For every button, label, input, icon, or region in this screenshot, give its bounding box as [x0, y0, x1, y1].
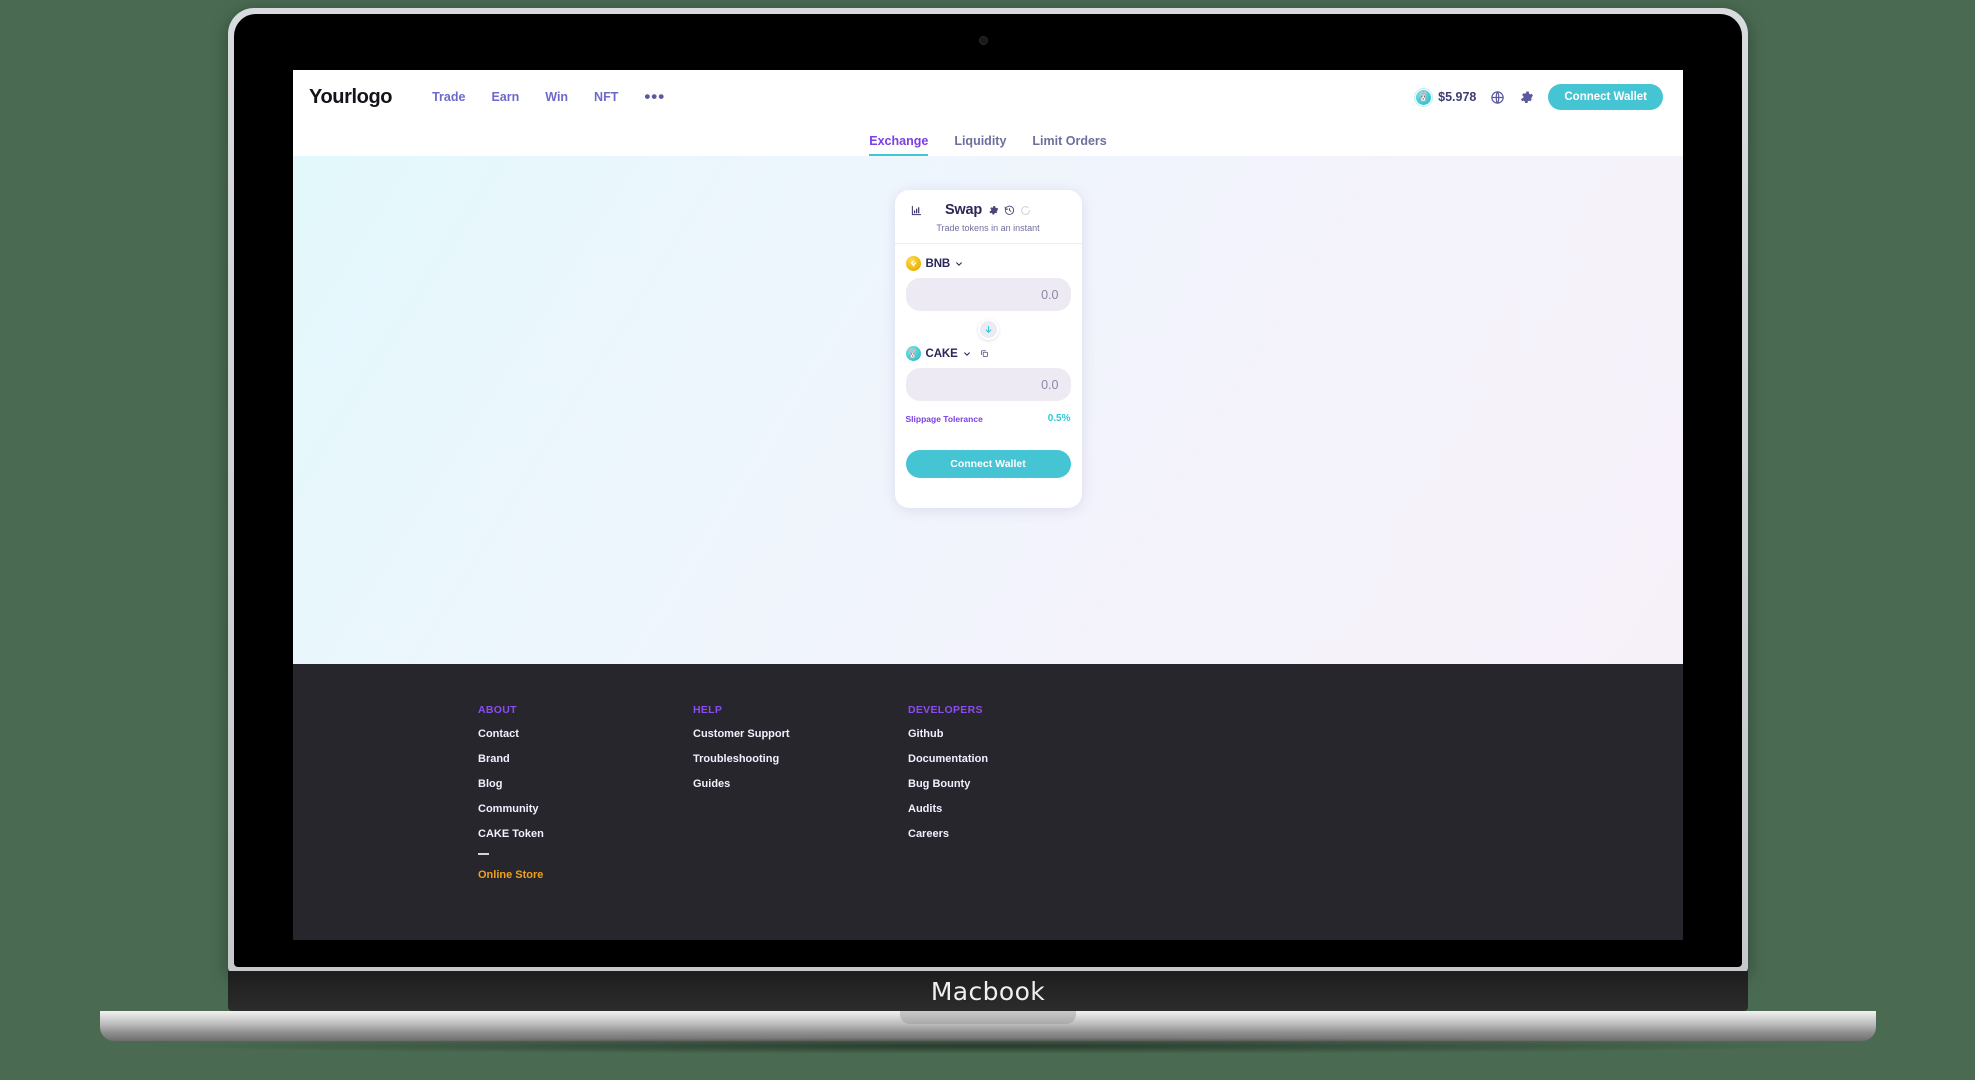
- footer-column-about: ABOUT Contact Brand Blog Community CAKE …: [478, 704, 693, 894]
- site-logo[interactable]: Yourlogo: [309, 86, 392, 109]
- swap-title: Swap: [944, 202, 983, 218]
- footer-link-contact[interactable]: Contact: [478, 728, 693, 740]
- footer-link-audits[interactable]: Audits: [908, 803, 1123, 815]
- swap-direction-button[interactable]: [977, 319, 999, 340]
- footer-heading-about: ABOUT: [478, 704, 517, 716]
- swap-header-row: Swap: [907, 202, 1070, 218]
- nav-item-win[interactable]: Win: [545, 90, 568, 104]
- footer-link-github[interactable]: Github: [908, 728, 1123, 740]
- to-token-selector[interactable]: 🐰 CAKE: [905, 346, 1071, 361]
- connect-wallet-button-swap[interactable]: Connect Wallet: [905, 450, 1071, 478]
- device-label: Macbook: [930, 976, 1046, 1006]
- laptop-notch: [900, 1011, 1076, 1024]
- gear-icon[interactable]: [1519, 90, 1534, 105]
- tab-liquidity[interactable]: Liquidity: [954, 134, 1006, 156]
- from-amount-input[interactable]: [905, 278, 1071, 311]
- refresh-icon[interactable]: [1020, 205, 1031, 216]
- swap-header-icons: [988, 205, 1031, 216]
- to-amount-input[interactable]: [905, 368, 1071, 401]
- footer-link-brand[interactable]: Brand: [478, 753, 693, 765]
- footer-heading-help: HELP: [693, 704, 723, 716]
- website-viewport: Yourlogo Trade Earn Win NFT ••• 🐰 $5.978: [293, 70, 1683, 940]
- nav-item-nft[interactable]: NFT: [594, 90, 618, 104]
- chart-icon[interactable]: [911, 203, 922, 221]
- webcam-icon: [979, 36, 988, 45]
- cake-price-chip[interactable]: 🐰 $5.978: [1415, 88, 1477, 106]
- tab-exchange[interactable]: Exchange: [869, 134, 929, 156]
- swap-direction-wrap: [906, 311, 1071, 346]
- slippage-value[interactable]: 0.5%: [1048, 413, 1071, 424]
- slippage-row: Slippage Tolerance 0.5%: [906, 413, 1071, 424]
- slippage-label: Slippage Tolerance: [905, 413, 983, 424]
- nav-more-icon[interactable]: •••: [644, 88, 665, 105]
- from-token-name: BNB: [925, 257, 951, 270]
- from-token-selector[interactable]: BNB: [905, 256, 1071, 271]
- laptop-shadow: [150, 1038, 1830, 1054]
- cake-price-value: $5.978: [1438, 90, 1477, 104]
- primary-nav: Trade Earn Win NFT •••: [432, 88, 665, 105]
- site-footer: ABOUT Contact Brand Blog Community CAKE …: [293, 664, 1683, 940]
- exchange-tabbar: Exchange Liquidity Limit Orders: [293, 124, 1683, 156]
- connect-wallet-button-header[interactable]: Connect Wallet: [1548, 84, 1663, 110]
- laptop-screen: Yourlogo Trade Earn Win NFT ••• 🐰 $5.978: [293, 70, 1683, 940]
- footer-link-careers[interactable]: Careers: [908, 828, 1123, 840]
- laptop-mockup: Yourlogo Trade Earn Win NFT ••• 🐰 $5.978: [0, 0, 1975, 1080]
- swap-card-body: BNB 0.0 🐰 CAKE 0.0 Slippage Tolerance 0.…: [895, 244, 1082, 488]
- footer-link-troubleshooting[interactable]: Troubleshooting: [693, 753, 908, 765]
- swap-card: Swap Trade tokens in an instant BNB 0.0 …: [894, 190, 1082, 508]
- footer-link-documentation[interactable]: Documentation: [908, 753, 1123, 765]
- footer-link-blog[interactable]: Blog: [478, 778, 693, 790]
- footer-link-online-store[interactable]: Online Store: [478, 869, 693, 881]
- globe-icon[interactable]: [1490, 90, 1505, 105]
- footer-divider: [478, 853, 489, 855]
- footer-heading-developers: DEVELOPERS: [908, 704, 983, 716]
- main-canvas: Swap Trade tokens in an instant BNB 0.0 …: [293, 156, 1683, 664]
- nav-item-earn[interactable]: Earn: [491, 90, 519, 104]
- footer-link-community[interactable]: Community: [478, 803, 693, 815]
- swap-card-header: Swap Trade tokens in an instant: [894, 190, 1082, 244]
- header-actions: 🐰 $5.978 Connect Wallet: [1415, 84, 1663, 110]
- nav-item-trade[interactable]: Trade: [432, 90, 465, 104]
- cake-token-icon: 🐰: [905, 346, 921, 361]
- gear-icon[interactable]: [988, 205, 999, 216]
- footer-link-bug-bounty[interactable]: Bug Bounty: [908, 778, 1123, 790]
- to-token-name: CAKE: [925, 347, 958, 360]
- bnb-token-icon: [905, 256, 921, 271]
- history-icon[interactable]: [1004, 205, 1015, 216]
- chevron-down-icon[interactable]: [955, 260, 963, 268]
- chevron-down-icon[interactable]: [963, 350, 971, 358]
- copy-address-icon[interactable]: [980, 349, 989, 358]
- site-header: Yourlogo Trade Earn Win NFT ••• 🐰 $5.978: [293, 70, 1683, 124]
- cake-token-icon: 🐰: [1415, 88, 1433, 106]
- footer-link-guides[interactable]: Guides: [693, 778, 908, 790]
- laptop-base: Macbook: [228, 971, 1748, 1011]
- footer-column-help: HELP Customer Support Troubleshooting Gu…: [693, 704, 908, 894]
- footer-link-customer-support[interactable]: Customer Support: [693, 728, 908, 740]
- footer-link-cake-token[interactable]: CAKE Token: [478, 828, 693, 840]
- swap-subtitle: Trade tokens in an instant: [936, 223, 1040, 233]
- tab-limit-orders[interactable]: Limit Orders: [1032, 134, 1106, 156]
- footer-column-developers: DEVELOPERS Github Documentation Bug Boun…: [908, 704, 1123, 894]
